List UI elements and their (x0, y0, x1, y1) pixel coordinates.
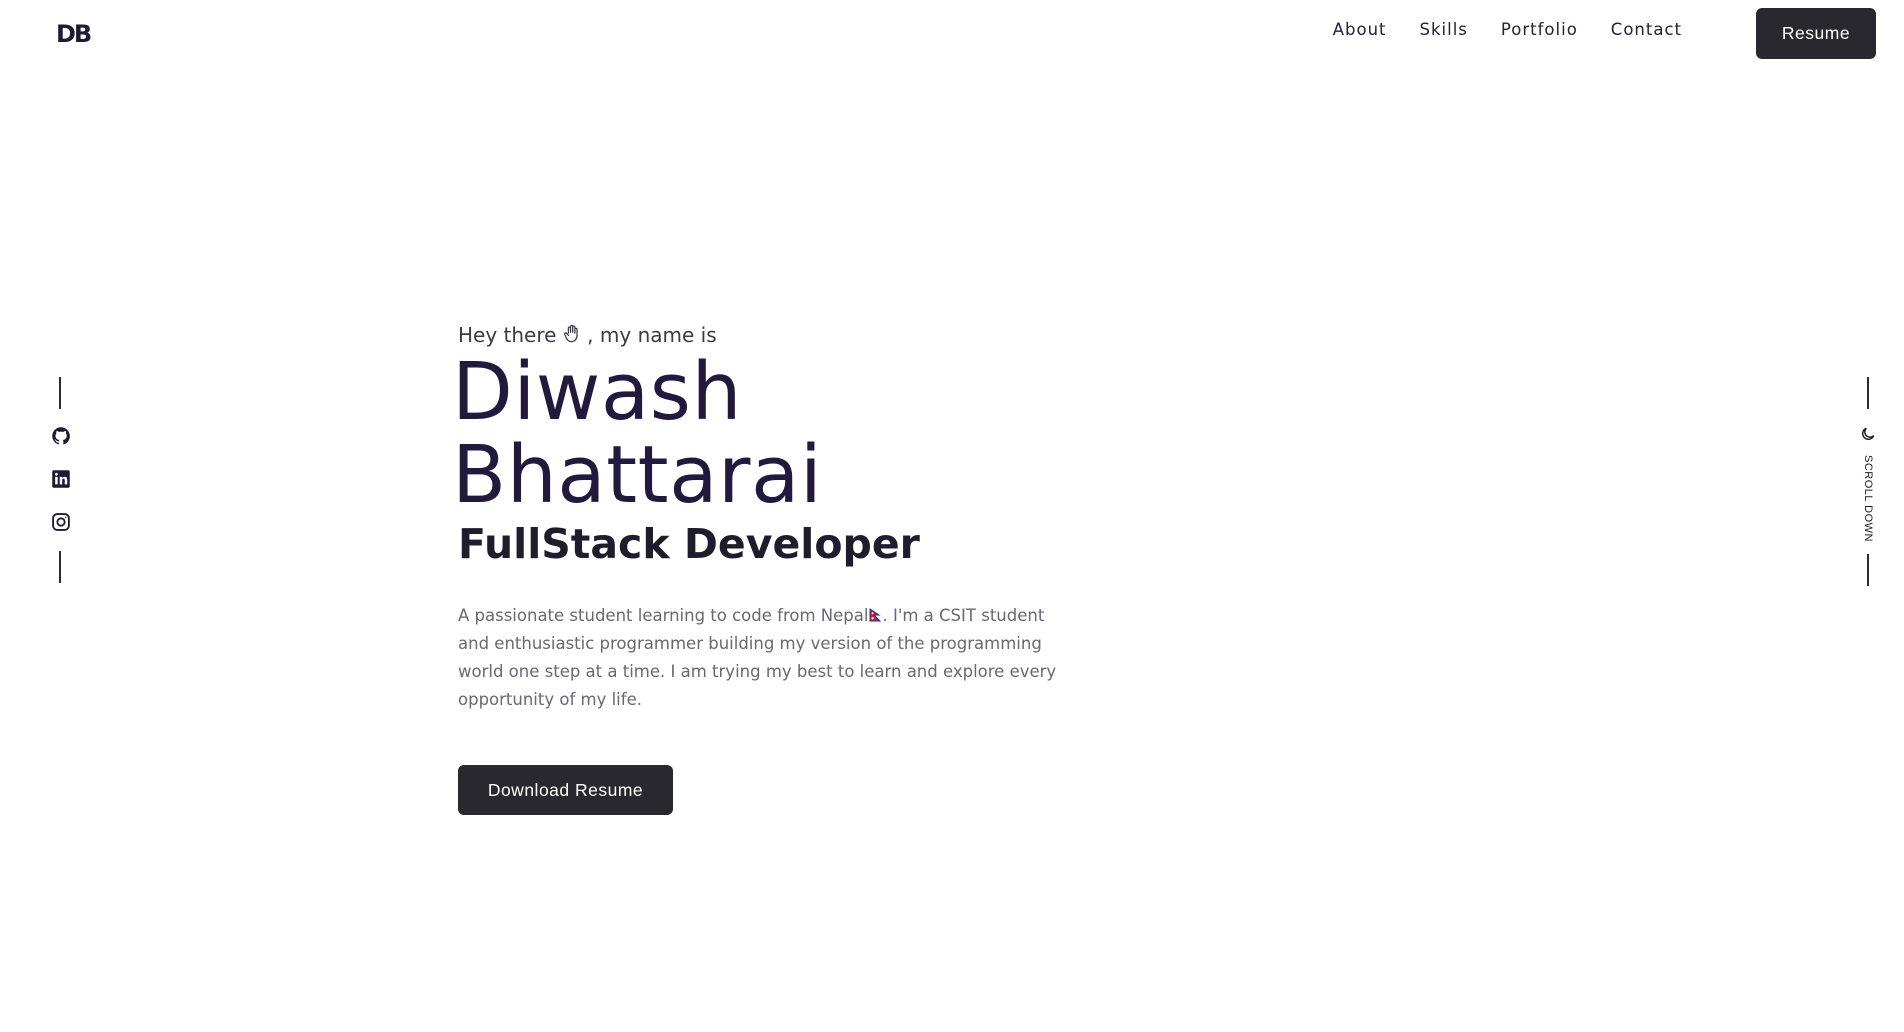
download-resume-button[interactable]: Download Resume (458, 765, 673, 816)
scroll-down-label: SCROLL DOWN (1862, 455, 1874, 542)
nav-contact[interactable]: Contact (1611, 20, 1682, 39)
hero-section: Hey there , my name is Diwash Bhattarai … (452, 323, 1078, 816)
rail-divider-top (59, 377, 61, 409)
bio-text-start: A passionate student learning to code fr… (458, 606, 869, 626)
resume-button[interactable]: Resume (1756, 8, 1876, 59)
nav-portfolio[interactable]: Portfolio (1501, 20, 1578, 39)
nepal-flag-icon (868, 603, 882, 622)
right-rail-divider-top (1867, 377, 1869, 409)
right-rail-divider-bottom (1867, 554, 1869, 586)
wave-hand-icon (563, 323, 587, 347)
hero-bio: A passionate student learning to code fr… (458, 602, 1058, 714)
moon-icon[interactable] (1860, 426, 1879, 447)
social-rail (51, 377, 71, 583)
main-nav: About Skills Portfolio Contact (1333, 20, 1682, 39)
site-logo[interactable]: DB (56, 20, 92, 48)
greeting-text-end: , my name is (587, 323, 717, 347)
hero-name: Diwash Bhattarai (452, 346, 823, 521)
nav-about[interactable]: About (1333, 20, 1387, 39)
hero-role: FullStack Developer (458, 519, 920, 568)
scroll-rail: SCROLL DOWN (1859, 377, 1879, 586)
nav-skills[interactable]: Skills (1420, 20, 1468, 39)
github-icon[interactable] (51, 426, 71, 446)
rail-divider-bottom (59, 551, 61, 583)
greeting-text-start: Hey there (458, 323, 563, 347)
linkedin-icon[interactable] (51, 469, 71, 489)
greeting: Hey there , my name is (458, 323, 1078, 347)
instagram-icon[interactable] (51, 512, 71, 532)
portfolio-page: DB About Skills Portfolio Contact Resume… (0, 0, 1904, 1032)
